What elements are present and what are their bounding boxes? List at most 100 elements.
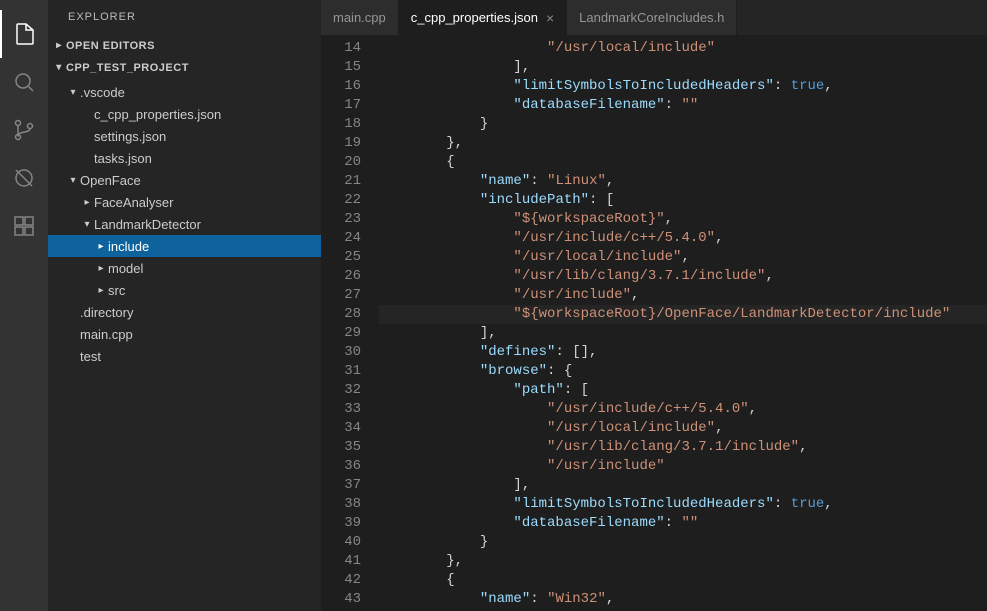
code-line: ], bbox=[379, 476, 987, 495]
tree-item[interactable]: settings.json bbox=[48, 125, 321, 147]
line-number: 36 bbox=[321, 457, 361, 476]
code-line: { bbox=[379, 153, 987, 172]
code-line: } bbox=[379, 533, 987, 552]
chevron-right-icon: ▸ bbox=[52, 35, 66, 57]
line-number: 30 bbox=[321, 343, 361, 362]
explorer-icon[interactable] bbox=[0, 10, 48, 58]
tree-item-label: .vscode bbox=[80, 85, 125, 100]
tree-item[interactable]: tasks.json bbox=[48, 147, 321, 169]
tree-item[interactable]: .directory bbox=[48, 301, 321, 323]
code-content[interactable]: "/usr/local/include" ], "limitSymbolsToI… bbox=[379, 35, 987, 611]
extensions-icon[interactable] bbox=[0, 202, 48, 250]
code-line: "/usr/local/include", bbox=[379, 419, 987, 438]
line-number: 29 bbox=[321, 324, 361, 343]
line-number: 22 bbox=[321, 191, 361, 210]
line-number: 32 bbox=[321, 381, 361, 400]
section-open-editors[interactable]: ▸ OPEN EDITORS bbox=[48, 35, 321, 57]
tab-label: LandmarkCoreIncludes.h bbox=[579, 10, 724, 25]
sidebar: EXPLORER ▸ OPEN EDITORS ▾ CPP_TEST_PROJE… bbox=[48, 0, 321, 611]
chevron-down-icon: ▾ bbox=[80, 219, 94, 230]
code-line: ], bbox=[379, 324, 987, 343]
tree-item[interactable]: ▸FaceAnalyser bbox=[48, 191, 321, 213]
tab-label: main.cpp bbox=[333, 10, 386, 25]
code-line: "limitSymbolsToIncludedHeaders": true, bbox=[379, 77, 987, 96]
code-line: "/usr/local/include" bbox=[379, 39, 987, 58]
editor-tab[interactable]: LandmarkCoreIncludes.h bbox=[567, 0, 737, 35]
editor-tab[interactable]: main.cpp bbox=[321, 0, 399, 35]
chevron-right-icon: ▸ bbox=[94, 241, 108, 252]
code-line: }, bbox=[379, 552, 987, 571]
editor-group: main.cpp c_cpp_properties.json × LandmarkCo… bbox=[321, 0, 987, 611]
tree-item-label: include bbox=[108, 239, 149, 254]
tree-item[interactable]: ▸model bbox=[48, 257, 321, 279]
tree-item[interactable]: ▸include bbox=[48, 235, 321, 257]
tree-item-label: model bbox=[108, 261, 143, 276]
file-tree: ▾.vscodec_cpp_properties.jsonsettings.js… bbox=[48, 79, 321, 611]
line-number: 28 bbox=[321, 305, 361, 324]
code-line: }, bbox=[379, 134, 987, 153]
tree-item[interactable]: main.cpp bbox=[48, 323, 321, 345]
tree-item[interactable]: ▾.vscode bbox=[48, 81, 321, 103]
code-line: "/usr/local/include", bbox=[379, 248, 987, 267]
code-line: { bbox=[379, 571, 987, 590]
tree-item-label: main.cpp bbox=[80, 327, 133, 342]
code-line: "includePath": [ bbox=[379, 191, 987, 210]
code-line: "${workspaceRoot}/OpenFace/LandmarkDetec… bbox=[379, 305, 987, 324]
tree-item-label: FaceAnalyser bbox=[94, 195, 173, 210]
line-number: 21 bbox=[321, 172, 361, 191]
code-line: "/usr/include/c++/5.4.0", bbox=[379, 400, 987, 419]
tab-bar: main.cpp c_cpp_properties.json × LandmarkCo… bbox=[321, 0, 987, 35]
code-line: "${workspaceRoot}", bbox=[379, 210, 987, 229]
code-line: } bbox=[379, 115, 987, 134]
line-number: 33 bbox=[321, 400, 361, 419]
line-number: 38 bbox=[321, 495, 361, 514]
code-line: "databaseFilename": "" bbox=[379, 96, 987, 115]
line-number: 35 bbox=[321, 438, 361, 457]
chevron-right-icon: ▸ bbox=[94, 263, 108, 274]
source-control-icon[interactable] bbox=[0, 106, 48, 154]
tree-item-label: c_cpp_properties.json bbox=[94, 107, 221, 122]
search-icon[interactable] bbox=[0, 58, 48, 106]
line-number: 39 bbox=[321, 514, 361, 533]
code-area: 1415161718192021222324252627282930313233… bbox=[321, 35, 987, 611]
line-number: 19 bbox=[321, 134, 361, 153]
tree-item[interactable]: ▸src bbox=[48, 279, 321, 301]
tab-label: c_cpp_properties.json bbox=[411, 10, 538, 25]
chevron-right-icon: ▸ bbox=[94, 285, 108, 296]
section-label: OPEN EDITORS bbox=[66, 35, 155, 57]
tree-item[interactable]: ▾OpenFace bbox=[48, 169, 321, 191]
line-number: 16 bbox=[321, 77, 361, 96]
line-number: 31 bbox=[321, 362, 361, 381]
editor-tab[interactable]: c_cpp_properties.json × bbox=[399, 0, 567, 35]
tree-item[interactable]: ▾LandmarkDetector bbox=[48, 213, 321, 235]
line-number: 14 bbox=[321, 39, 361, 58]
sidebar-title: EXPLORER bbox=[48, 0, 321, 35]
code-line: "limitSymbolsToIncludedHeaders": true, bbox=[379, 495, 987, 514]
code-line: "defines": [], bbox=[379, 343, 987, 362]
tree-item[interactable]: c_cpp_properties.json bbox=[48, 103, 321, 125]
debug-icon[interactable] bbox=[0, 154, 48, 202]
tree-item-label: test bbox=[80, 349, 101, 364]
tree-item[interactable]: test bbox=[48, 345, 321, 367]
close-icon[interactable]: × bbox=[546, 10, 554, 26]
tree-item-label: tasks.json bbox=[94, 151, 152, 166]
line-number: 27 bbox=[321, 286, 361, 305]
code-line: "/usr/include/c++/5.4.0", bbox=[379, 229, 987, 248]
line-number: 26 bbox=[321, 267, 361, 286]
chevron-right-icon: ▸ bbox=[80, 197, 94, 208]
tree-item-label: src bbox=[108, 283, 125, 298]
line-number: 24 bbox=[321, 229, 361, 248]
tree-item-label: LandmarkDetector bbox=[94, 217, 201, 232]
line-number: 41 bbox=[321, 552, 361, 571]
line-number: 34 bbox=[321, 419, 361, 438]
section-project[interactable]: ▾ CPP_TEST_PROJECT bbox=[48, 57, 321, 79]
tree-item-label: settings.json bbox=[94, 129, 166, 144]
code-line: "path": [ bbox=[379, 381, 987, 400]
code-line: "/usr/lib/clang/3.7.1/include", bbox=[379, 438, 987, 457]
tree-item-label: OpenFace bbox=[80, 173, 141, 188]
chevron-down-icon: ▾ bbox=[66, 175, 80, 186]
chevron-down-icon: ▾ bbox=[52, 57, 66, 79]
line-number: 23 bbox=[321, 210, 361, 229]
code-line: "/usr/include" bbox=[379, 457, 987, 476]
line-number: 42 bbox=[321, 571, 361, 590]
